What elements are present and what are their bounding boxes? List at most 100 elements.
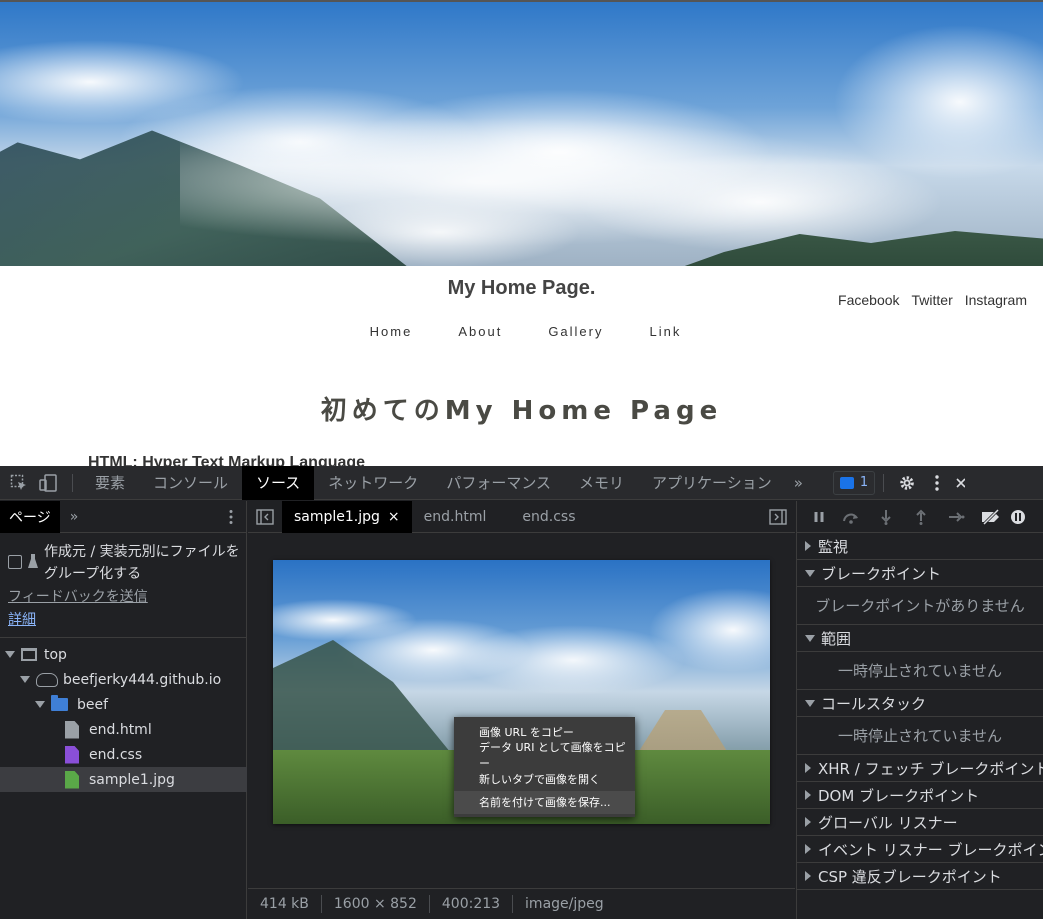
tab-performance[interactable]: パフォーマンス: [432, 466, 565, 500]
learn-more-link[interactable]: 詳細: [8, 609, 36, 629]
tab-page[interactable]: ページ: [0, 500, 60, 533]
device-toolbar-icon[interactable]: [34, 466, 64, 500]
tab-sources[interactable]: ソース: [242, 466, 315, 500]
scope-not-paused-message: 一時停止されていません: [797, 652, 1043, 690]
tree-item-folder-beef[interactable]: beef: [0, 692, 247, 717]
tree-item-top[interactable]: top: [0, 642, 247, 667]
collapsed-arrow-icon: [805, 541, 811, 551]
collapsed-arrow-icon: [805, 790, 811, 800]
cloud-icon: [36, 672, 58, 687]
tab-memory[interactable]: メモリ: [565, 466, 638, 500]
social-links: Facebook Twitter Instagram: [838, 292, 1027, 308]
send-feedback-link[interactable]: フィードバックを送信: [8, 586, 148, 606]
toggle-navigator-icon[interactable]: [248, 508, 282, 525]
deactivate-breakpoints-icon[interactable]: [973, 501, 1008, 533]
group-by-label: 作成元 / 実装元別にファイルをグループ化する: [44, 544, 240, 582]
editor-tab-sample1-jpg[interactable]: sample1.jpg ×: [282, 500, 412, 533]
expand-arrow-icon: [5, 651, 15, 658]
callstack-not-paused-message: 一時停止されていません: [797, 717, 1043, 755]
section-scope[interactable]: 範囲: [797, 625, 1043, 652]
tab-elements[interactable]: 要素: [81, 466, 139, 500]
toolbar-divider: [883, 473, 885, 492]
save-image-as-item[interactable]: 名前を付けて画像を保存...: [454, 790, 635, 814]
navigator-tabs: ページ »: [0, 500, 246, 533]
section-csp-breakpoints[interactable]: CSP 違反ブレークポイント: [797, 863, 1043, 890]
tab-network[interactable]: ネットワーク: [314, 466, 432, 500]
inspect-cursor-icon[interactable]: [4, 466, 34, 500]
image-preview[interactable]: 画像 URL をコピー データ URI として画像をコピー 新しいタブで画像を開…: [273, 560, 770, 824]
nav-home-link[interactable]: Home: [370, 324, 413, 339]
tree-item-end-html[interactable]: end.html: [0, 717, 247, 742]
step-icon[interactable]: [938, 501, 973, 533]
tree-item-label: end.css: [89, 746, 143, 763]
tree-item-label: beefjerky444.github.io: [63, 671, 222, 688]
editor-tab-end-html[interactable]: end.html: [412, 501, 511, 533]
section-label: イベント リスナー ブレークポイント: [818, 840, 1043, 859]
tab-application[interactable]: アプリケーション: [638, 466, 786, 500]
tree-item-sample1-jpg[interactable]: sample1.jpg: [0, 767, 247, 792]
section-breakpoints[interactable]: ブレークポイント: [797, 560, 1043, 587]
pause-icon[interactable]: [805, 501, 833, 533]
frame-icon: [21, 648, 37, 661]
nav-gallery-link[interactable]: Gallery: [548, 324, 603, 339]
section-global-listeners[interactable]: グローバル リスナー: [797, 809, 1043, 836]
social-instagram-link[interactable]: Instagram: [965, 292, 1027, 308]
debugger-toolbar: [797, 501, 1043, 533]
section-event-listener-breakpoints[interactable]: イベント リスナー ブレークポイント: [797, 836, 1043, 863]
tab-console[interactable]: コンソール: [139, 466, 242, 500]
navigator-menu-icon[interactable]: [228, 509, 234, 529]
html-file-icon: [65, 720, 79, 739]
section-watch[interactable]: 監視: [797, 533, 1043, 560]
navigator-more-button[interactable]: »: [60, 509, 79, 525]
folder-icon: [51, 695, 68, 711]
kebab-menu-icon[interactable]: [922, 466, 952, 500]
site-nav: Home About Gallery Link: [0, 324, 1043, 339]
navigator-divider: [0, 637, 247, 638]
gear-icon[interactable]: [892, 466, 922, 500]
toolbar-divider: [72, 473, 73, 492]
editor-tab-label: sample1.jpg: [294, 508, 380, 525]
expanded-arrow-icon: [805, 634, 815, 642]
sources-editor: sample1.jpg × end.html end.css 画像 URL をコ…: [248, 500, 795, 919]
group-by-authored-option: 作成元 / 実装元別にファイルをグループ化する: [8, 541, 244, 585]
step-into-icon[interactable]: [868, 501, 903, 533]
pause-on-exceptions-icon[interactable]: [1008, 501, 1028, 533]
sources-navigator: ページ » 作成元 / 実装元別にファイルをグループ化する フィードバックを送信…: [0, 500, 247, 919]
context-menu: 画像 URL をコピー データ URI として画像をコピー 新しいタブで画像を開…: [454, 717, 635, 817]
editor-tab-end-css[interactable]: end.css: [510, 501, 587, 533]
section-label: 監視: [818, 537, 849, 556]
tree-item-label: end.html: [89, 721, 152, 738]
expanded-arrow-icon: [805, 699, 815, 707]
css-file-icon: [65, 745, 79, 764]
issues-badge[interactable]: 1: [832, 470, 876, 495]
step-out-icon[interactable]: [903, 501, 938, 533]
collapsed-arrow-icon: [805, 817, 811, 827]
status-dimensions: 1600 × 852: [333, 896, 417, 912]
section-label: 範囲: [821, 629, 852, 648]
social-twitter-link[interactable]: Twitter: [912, 292, 953, 308]
section-dom-breakpoints[interactable]: DOM ブレークポイント: [797, 782, 1043, 809]
section-call-stack[interactable]: コールスタック: [797, 690, 1043, 717]
expanded-arrow-icon: [805, 569, 815, 577]
more-tabs-button[interactable]: »: [786, 466, 811, 500]
toggle-debugger-icon[interactable]: [769, 509, 787, 529]
group-by-checkbox[interactable]: [8, 555, 22, 569]
editor-tabs: sample1.jpg × end.html end.css: [248, 500, 795, 533]
section-label: DOM ブレークポイント: [818, 786, 980, 805]
status-file-size: 414 kB: [260, 896, 309, 912]
tree-item-label: beef: [77, 696, 109, 713]
nav-about-link[interactable]: About: [458, 324, 502, 339]
copy-data-uri-item[interactable]: データ URI として画像をコピー: [454, 741, 635, 770]
section-xhr-breakpoints[interactable]: XHR / フェッチ ブレークポイント: [797, 755, 1043, 782]
collapsed-arrow-icon: [805, 844, 811, 854]
tree-item-end-css[interactable]: end.css: [0, 742, 247, 767]
close-devtools-icon[interactable]: [952, 466, 968, 500]
step-over-icon[interactable]: [833, 501, 868, 533]
tree-item-domain[interactable]: beefjerky444.github.io: [0, 667, 247, 692]
close-tab-icon[interactable]: ×: [388, 509, 400, 525]
collapsed-arrow-icon: [805, 763, 811, 773]
page-subheading: HTML: Hyper Text Markup Language: [88, 454, 366, 466]
nav-link-link[interactable]: Link: [650, 324, 682, 339]
editor-status-bar: 414 kB 1600 × 852 400:213 image/jpeg: [248, 888, 795, 919]
social-facebook-link[interactable]: Facebook: [838, 292, 899, 308]
